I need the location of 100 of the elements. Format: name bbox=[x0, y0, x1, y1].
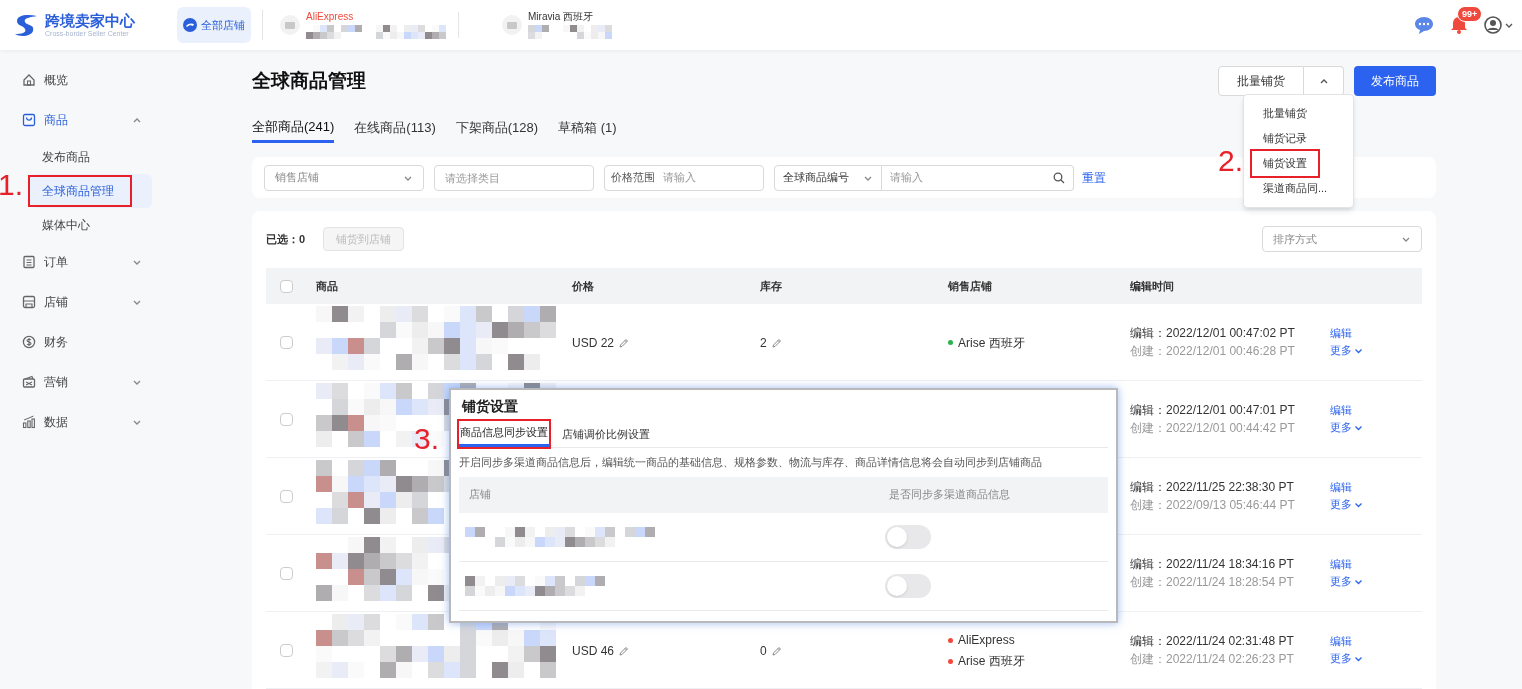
tab[interactable]: 草稿箱 (1) bbox=[558, 113, 617, 143]
column-header: 编辑时间 bbox=[1130, 278, 1175, 294]
home-icon bbox=[22, 73, 36, 87]
toggle-switch[interactable] bbox=[885, 574, 931, 598]
tab[interactable]: 在线商品(113) bbox=[354, 113, 436, 143]
edited-time: 编辑：2022/12/01 00:47:01 PT bbox=[1130, 403, 1296, 418]
chevron-icon bbox=[1354, 423, 1363, 433]
edit-link[interactable]: 编辑 bbox=[1330, 327, 1352, 341]
step-number: 3. bbox=[414, 424, 440, 454]
checkbox[interactable] bbox=[280, 490, 293, 503]
step-number: 2. bbox=[1218, 146, 1244, 176]
sidebar-item[interactable]: 营销 bbox=[0, 362, 160, 402]
created-time: 创建：2022/12/01 00:44:42 PT bbox=[1130, 421, 1296, 436]
store-tab[interactable]: AliExpress bbox=[306, 11, 446, 22]
sidebar-item[interactable]: 概览 bbox=[0, 60, 160, 100]
sidebar-item[interactable]: 数据 bbox=[0, 402, 160, 442]
publish-product-button[interactable]: 发布商品 bbox=[1354, 66, 1436, 96]
pencil-icon[interactable] bbox=[770, 644, 783, 657]
notification-badge: 99+ bbox=[1457, 6, 1483, 22]
dialog-title: 铺货设置 bbox=[460, 397, 519, 416]
checkbox[interactable] bbox=[280, 413, 293, 426]
store-select[interactable]: 销售店铺 bbox=[264, 164, 424, 191]
chevron-icon bbox=[1354, 346, 1363, 356]
store-icon bbox=[22, 295, 36, 309]
tab[interactable]: 全部商品(241) bbox=[252, 113, 335, 143]
code-type-select[interactable]: 全球商品编号 bbox=[774, 164, 882, 191]
more-link[interactable]: 更多 bbox=[1330, 344, 1363, 358]
reset-link[interactable]: 重置 bbox=[1082, 168, 1106, 187]
chevron-icon bbox=[1354, 654, 1363, 664]
toggle-switch[interactable] bbox=[885, 525, 931, 549]
more-link[interactable]: 更多 bbox=[1330, 575, 1363, 589]
pencil-icon[interactable] bbox=[618, 336, 631, 349]
code-input[interactable]: 请输入 bbox=[890, 169, 1053, 186]
more-link[interactable]: 更多 bbox=[1330, 498, 1363, 512]
bar-chart-icon bbox=[22, 415, 36, 429]
store-avatar-icon bbox=[502, 15, 522, 35]
menu-item[interactable]: 批量铺货 bbox=[1252, 101, 1318, 126]
checkbox[interactable] bbox=[280, 644, 293, 657]
store-tab[interactable]: Miravia 西班牙 bbox=[528, 11, 618, 22]
sidebar-item[interactable]: 店铺 bbox=[0, 282, 160, 322]
chevron-icon bbox=[1354, 500, 1363, 510]
column-header: 店铺 bbox=[469, 487, 492, 503]
stock-text: 2 bbox=[760, 334, 767, 352]
sidebar-subitem[interactable]: 媒体中心 bbox=[30, 211, 102, 239]
price-text: USD 46 bbox=[572, 642, 615, 660]
more-link[interactable]: 更多 bbox=[1330, 652, 1363, 666]
edited-time: 编辑：2022/11/24 02:31:48 PT bbox=[1130, 634, 1295, 649]
pencil-icon[interactable] bbox=[770, 336, 783, 349]
dialog-tab[interactable]: 商品信息同步设置 bbox=[459, 421, 549, 447]
edit-link[interactable]: 编辑 bbox=[1330, 404, 1352, 418]
clipboard-icon bbox=[22, 255, 36, 269]
sidebar-item[interactable]: 订单 bbox=[0, 242, 160, 282]
column-header: 是否同步多渠道商品信息 bbox=[889, 487, 1011, 503]
price-input[interactable]: 请输入 bbox=[663, 169, 743, 186]
sidebar-subitem[interactable]: 发布商品 bbox=[30, 143, 102, 171]
avatar-icon[interactable] bbox=[1484, 16, 1502, 34]
category-field[interactable]: 请选择类目 bbox=[434, 164, 594, 191]
edited-time: 编辑：2022/11/25 22:38:30 PT bbox=[1130, 480, 1295, 495]
sort-select[interactable]: 排序方式 bbox=[1262, 226, 1422, 252]
chat-icon[interactable] bbox=[1414, 16, 1434, 34]
dropdown-toggle-button[interactable] bbox=[1304, 66, 1344, 96]
checkbox[interactable] bbox=[280, 336, 293, 349]
edit-link[interactable]: 编辑 bbox=[1330, 635, 1352, 649]
edit-link[interactable]: 编辑 bbox=[1330, 558, 1352, 572]
store-logo-icon bbox=[183, 18, 197, 32]
store-name: Arise 西班牙 bbox=[958, 653, 1025, 670]
store-tab[interactable]: 全部店铺 bbox=[177, 7, 251, 43]
code-search-field[interactable]: 请输入 bbox=[882, 164, 1074, 191]
bag-icon bbox=[22, 113, 36, 127]
pencil-icon[interactable] bbox=[618, 644, 631, 657]
more-link[interactable]: 更多 bbox=[1330, 421, 1363, 435]
created-time: 创建：2022/11/24 18:28:54 PT bbox=[1130, 575, 1295, 590]
edit-link[interactable]: 编辑 bbox=[1330, 481, 1352, 495]
created-time: 创建：2022/11/24 02:26:23 PT bbox=[1130, 652, 1295, 667]
logo-title: 跨境卖家中心 bbox=[45, 13, 135, 28]
page-title: 全球商品管理 bbox=[252, 68, 366, 93]
store-avatar-icon bbox=[280, 15, 300, 35]
tab[interactable]: 下架商品(128) bbox=[455, 113, 539, 143]
checkbox[interactable] bbox=[280, 279, 293, 293]
menu-item[interactable]: 铺货设置 bbox=[1252, 151, 1318, 176]
sidebar-item[interactable]: 商品 bbox=[0, 100, 160, 140]
store-name: Arise 西班牙 bbox=[958, 334, 1025, 352]
price-range-field[interactable]: 价格范围 请输入 bbox=[604, 164, 764, 191]
bulk-distribute-button[interactable]: 批量铺货 bbox=[1218, 66, 1304, 96]
sidebar-item[interactable]: 财务 bbox=[0, 322, 160, 362]
column-header: 销售店铺 bbox=[948, 278, 993, 294]
selected-count: 已选：0 bbox=[266, 231, 306, 247]
step-number: 1. bbox=[0, 170, 24, 200]
checkbox[interactable] bbox=[280, 567, 293, 580]
menu-item[interactable]: 渠道商品同... bbox=[1252, 176, 1339, 201]
created-time: 创建：2022/09/13 05:46:44 PT bbox=[1130, 498, 1296, 513]
dialog-tab[interactable]: 店铺调价比例设置 bbox=[561, 421, 651, 447]
created-time: 创建：2022/12/01 00:46:28 PT bbox=[1130, 344, 1296, 359]
column-header: 价格 bbox=[572, 278, 595, 294]
menu-item[interactable]: 铺货记录 bbox=[1252, 126, 1318, 151]
dialog-description: 开启同步多渠道商品信息后，编辑统一商品的基础信息、规格参数、物流与库存、商品详情信息将会自动同步到店铺商品 bbox=[459, 455, 1043, 470]
edited-time: 编辑：2022/11/24 18:34:16 PT bbox=[1130, 557, 1295, 572]
search-icon[interactable] bbox=[1053, 171, 1065, 184]
ticket-icon bbox=[22, 375, 36, 389]
dollar-icon bbox=[22, 335, 36, 349]
